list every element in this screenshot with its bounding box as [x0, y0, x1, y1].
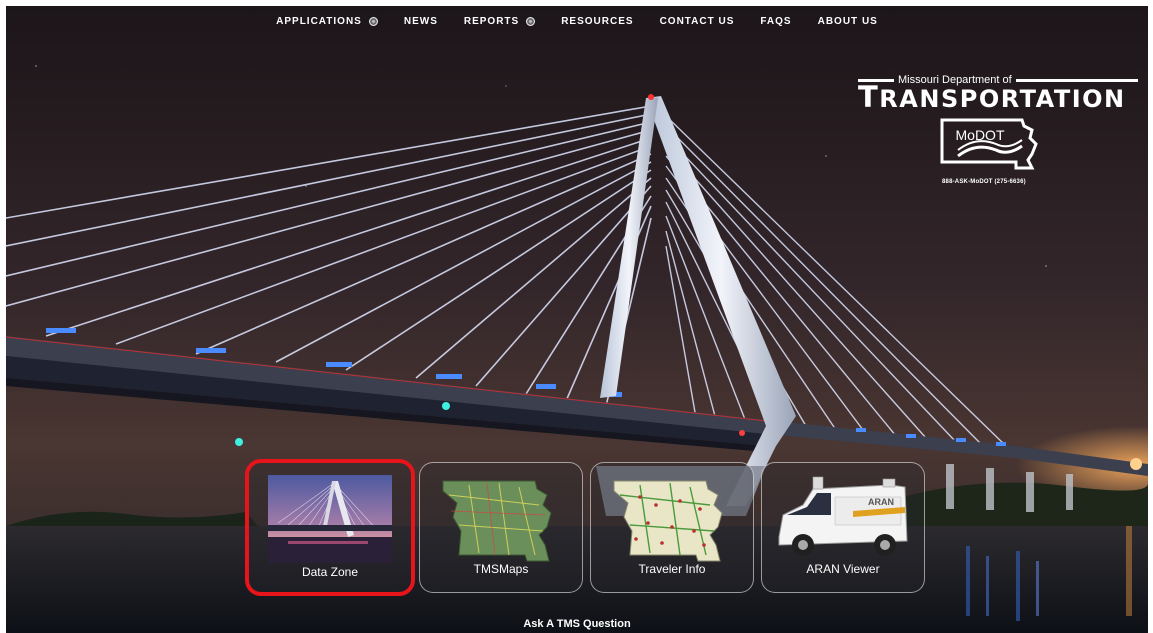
tile-data-zone[interactable]: Data Zone	[245, 459, 415, 596]
tile-tmsmaps-label: TMSMaps	[473, 562, 529, 576]
tile-tmsmaps[interactable]: TMSMaps	[419, 462, 583, 593]
nav-reports[interactable]: REPORTS	[451, 16, 548, 27]
traveler-map-icon	[610, 475, 734, 570]
nav-contact-us-label: CONTACT US	[659, 16, 735, 27]
nav-news-label: NEWS	[403, 16, 438, 27]
missouri-emblem-icon: MoDOT	[936, 116, 1138, 177]
bridge-photo-icon	[268, 475, 392, 568]
nav-contact-us[interactable]: CONTACT US	[647, 16, 748, 27]
modot-logo[interactable]: Missouri Department of TRANSPORTATION Mo…	[858, 74, 1138, 185]
nav-applications[interactable]: APPLICATIONS	[263, 16, 391, 27]
missouri-map-icon	[439, 475, 563, 570]
nav-about-us[interactable]: ABOUT US	[805, 16, 891, 27]
logo-phone: 888-ASK-MoDOT (275-6636)	[942, 179, 1026, 185]
nav-applications-label: APPLICATIONS	[276, 16, 362, 27]
tile-aran-viewer[interactable]: ARAN ARAN Viewer	[761, 462, 925, 593]
nav-reports-label: REPORTS	[463, 16, 520, 27]
hero-background: APPLICATIONS NEWS REPORTS RESOURCES CONT…	[6, 6, 1148, 633]
logo-rest: RANSPORTATION	[879, 85, 1126, 113]
ask-tms-question-link[interactable]: Ask A TMS Question	[6, 618, 1148, 630]
nav-resources[interactable]: RESOURCES	[548, 16, 646, 27]
aran-van-icon: ARAN	[773, 475, 913, 570]
main-nav: APPLICATIONS NEWS REPORTS RESOURCES CONT…	[6, 16, 1148, 27]
tile-data-zone-label: Data Zone	[301, 565, 359, 579]
logo-first-letter: T	[858, 80, 880, 114]
nav-news[interactable]: NEWS	[391, 16, 451, 27]
logo-wordmark: TRANSPORTATION	[858, 83, 1138, 113]
svg-text:ARAN: ARAN	[868, 497, 894, 507]
nav-resources-label: RESOURCES	[561, 16, 634, 27]
tile-traveler-info[interactable]: Traveler Info	[590, 462, 754, 593]
nav-about-us-label: ABOUT US	[817, 16, 878, 27]
dropdown-dot-icon	[368, 17, 378, 26]
logo-rule	[1015, 78, 1138, 82]
tile-aran-viewer-label: ARAN Viewer	[806, 562, 880, 576]
nav-faqs[interactable]: FAQS	[747, 16, 804, 27]
nav-faqs-label: FAQS	[760, 16, 792, 27]
app-tiles: Data Zone TMSMaps Traveler Info ARAN ARA…	[245, 459, 925, 596]
tile-traveler-info-label: Traveler Info	[638, 562, 706, 576]
dropdown-dot-icon	[526, 17, 536, 26]
